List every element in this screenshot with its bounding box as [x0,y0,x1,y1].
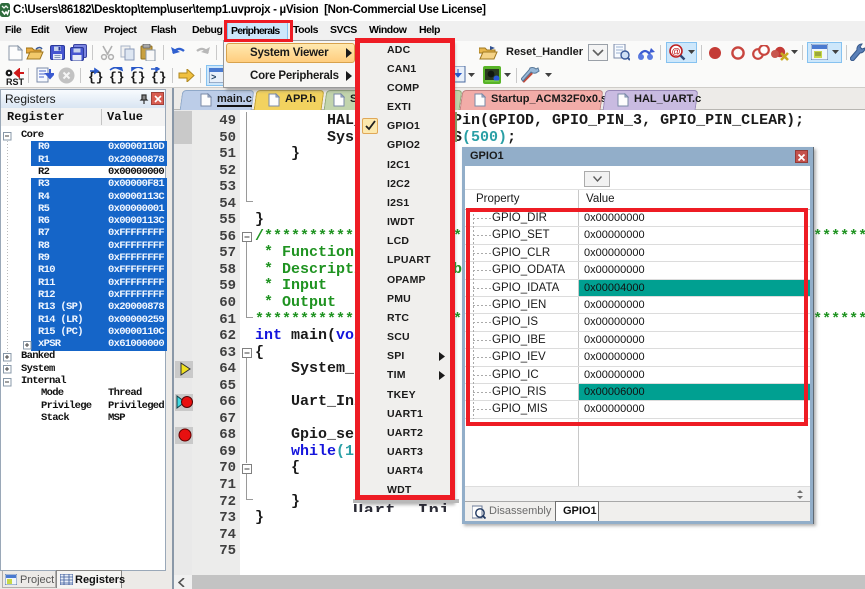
svg-text:{}: {} [151,70,167,84]
svg-text:>: > [211,73,216,83]
svg-text:RST: RST [6,77,25,86]
svg-text:@: @ [672,47,681,57]
svg-text:{}: {} [130,70,146,84]
svg-text:{}: {} [109,70,125,84]
